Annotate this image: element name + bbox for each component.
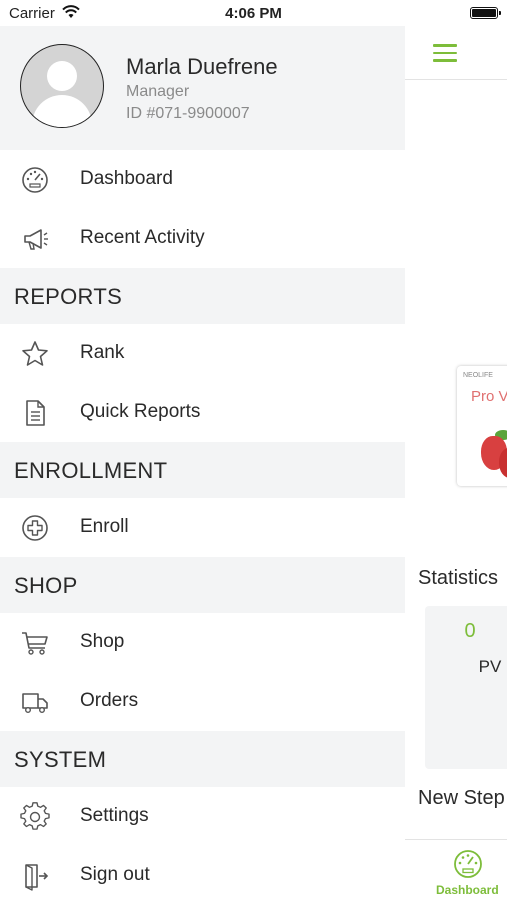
menu-label-dashboard: Dashboard <box>80 168 173 189</box>
menu-label-enroll: Enroll <box>80 516 129 537</box>
product-name: Pro Vi <box>471 388 507 405</box>
profile-id: ID #071-9900007 <box>126 105 250 122</box>
status-bar: Carrier 4:06 PM <box>0 0 507 26</box>
menu-item-recent-activity[interactable]: Recent Activity <box>0 209 405 268</box>
menu-label-sign-out: Sign out <box>80 864 150 885</box>
section-title-shop: SHOP <box>14 573 78 598</box>
document-icon <box>26 400 45 426</box>
menu-item-rank[interactable]: Rank <box>0 324 405 383</box>
product-image[interactable]: NEOLIFE Pro Vi <box>457 366 507 486</box>
menu-item-dashboard[interactable]: Dashboard <box>0 150 405 209</box>
menu-label-orders: Orders <box>80 690 139 711</box>
speedometer-icon <box>22 167 48 193</box>
section-reports: REPORTS <box>0 268 405 324</box>
hamburger-menu-icon[interactable] <box>433 44 457 62</box>
battery-icon <box>470 7 501 19</box>
avatar <box>20 44 104 128</box>
product-brand: NEOLIFE <box>463 372 493 379</box>
section-system: SYSTEM <box>0 731 405 787</box>
pv-value: 0 <box>464 620 476 642</box>
menu-label-recent-activity: Recent Activity <box>80 227 205 248</box>
add-circle-icon <box>22 515 48 541</box>
menu-item-enroll[interactable]: Enroll <box>0 498 405 557</box>
menu-label-rank: Rank <box>80 342 125 363</box>
profile-header[interactable]: Marla Duefrene Manager ID #071-9900007 <box>0 26 405 150</box>
cart-icon <box>22 632 48 655</box>
main-content: NEOLIFE Pro Vi Statistics 0 PV New Step … <box>405 26 507 900</box>
tab-dashboard[interactable]: Dashboard <box>436 883 499 897</box>
menu-item-quick-reports[interactable]: Quick Reports <box>0 383 405 442</box>
menu-item-settings[interactable]: Settings <box>0 787 405 846</box>
section-enrollment: ENROLLMENT <box>0 442 405 498</box>
bottom-tab-bar: Dashboard <box>405 839 507 900</box>
star-icon <box>22 341 48 366</box>
section-shop: SHOP <box>0 557 405 613</box>
statistics-title: Statistics <box>418 567 499 589</box>
section-title-reports: REPORTS <box>14 284 123 309</box>
profile-role: Manager <box>126 83 190 100</box>
section-title-enrollment: ENROLLMENT <box>14 458 168 483</box>
gear-icon <box>20 802 50 830</box>
menu-label-quick-reports: Quick Reports <box>80 401 201 422</box>
new-steps-title: New Step <box>418 787 505 809</box>
menu-label-settings: Settings <box>80 805 149 826</box>
section-title-system: SYSTEM <box>14 747 107 772</box>
speedometer-tab-icon[interactable] <box>452 849 484 879</box>
menu-item-orders[interactable]: Orders <box>0 672 405 731</box>
menu-label-shop: Shop <box>80 631 125 652</box>
menu-item-sign-out[interactable]: Sign out <box>0 846 405 905</box>
menu-item-shop[interactable]: Shop <box>0 613 405 672</box>
megaphone-icon <box>24 229 48 250</box>
truck-icon <box>22 693 48 714</box>
top-nav-bar <box>405 26 507 80</box>
side-drawer: Marla Duefrene Manager ID #071-9900007 D… <box>0 26 405 900</box>
pv-label: PV <box>478 657 502 676</box>
sign-out-icon <box>25 864 49 891</box>
profile-name: Marla Duefrene <box>126 54 278 79</box>
clock: 4:06 PM <box>225 5 282 22</box>
